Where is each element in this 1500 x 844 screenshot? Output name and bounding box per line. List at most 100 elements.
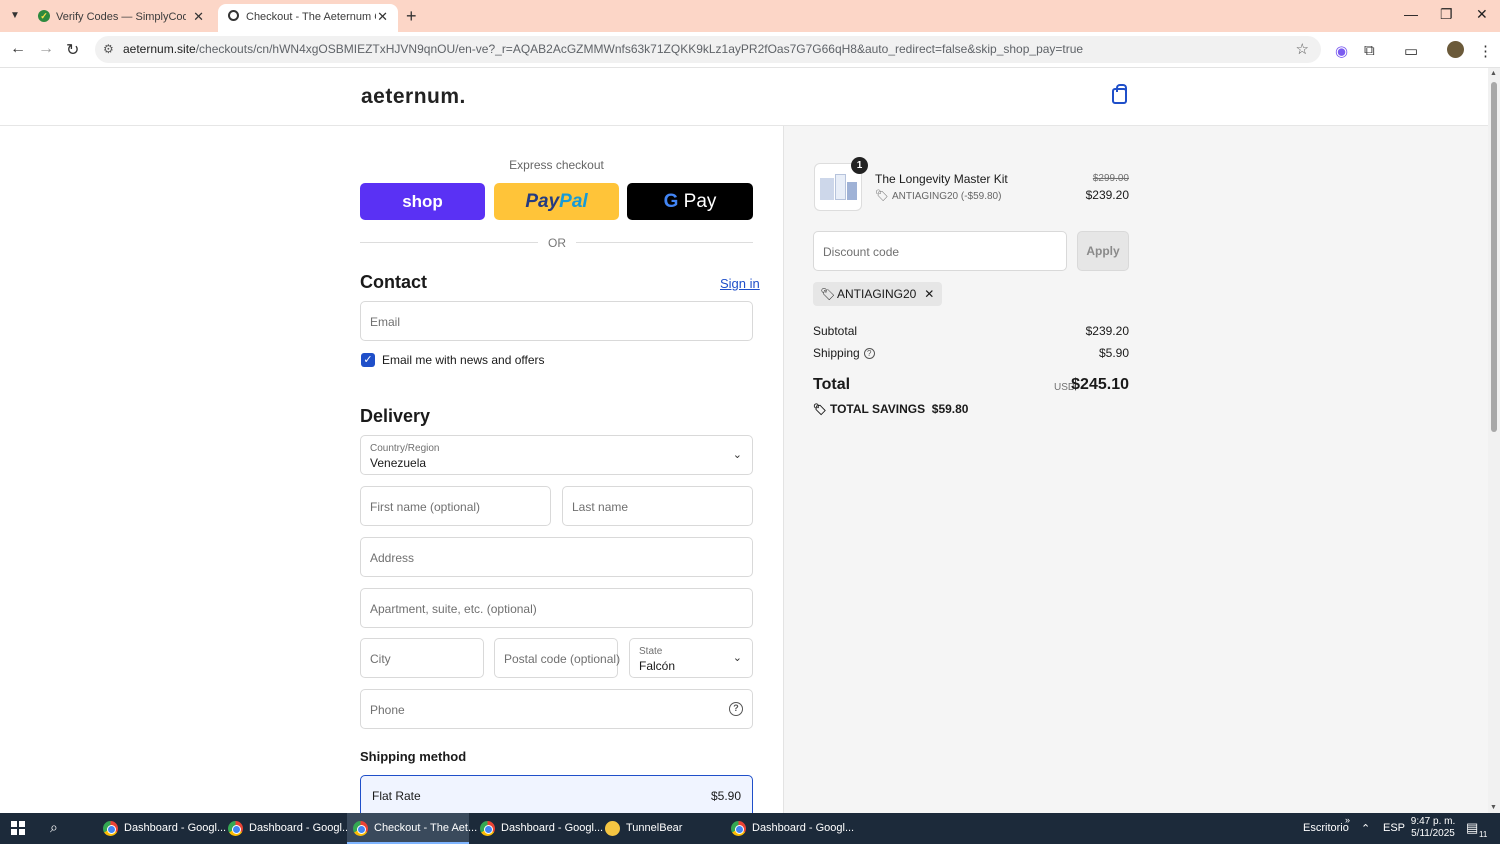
sign-in-link[interactable]: Sign in <box>720 276 760 291</box>
browser-toolbar: ← → ↻ ⚙ aeternum.site/checkouts/cn/hWN4x… <box>0 32 1500 68</box>
tray-chevron-up-icon[interactable]: ⌃ <box>1361 822 1370 835</box>
checkout-page: aeternum. Express checkout shop PayPal G… <box>0 68 1488 813</box>
applied-discount-code: ANTIAGING20 <box>837 287 917 301</box>
scroll-down-icon[interactable]: ▼ <box>1490 804 1497 811</box>
apartment-field[interactable]: Apartment, suite, etc. (optional) <box>360 588 753 628</box>
quantity-badge: 1 <box>851 157 868 174</box>
shipping-value: $5.90 <box>1098 346 1129 360</box>
first-name-field[interactable]: First name (optional) <box>360 486 551 526</box>
extension-icon[interactable]: ◉ <box>1335 42 1348 60</box>
extensions-puzzle-icon[interactable]: ⧉ <box>1364 42 1375 59</box>
taskbar-app-label: Dashboard - Googl... <box>752 822 855 834</box>
address-field[interactable]: Address <box>360 537 753 577</box>
total-savings: 🏷 TOTAL SAVINGS $59.80 <box>813 402 968 416</box>
language-indicator[interactable]: ESP <box>1383 822 1405 834</box>
restore-icon[interactable]: ❐ <box>1440 6 1453 23</box>
menu-dots-icon[interactable]: ⋮ <box>1478 42 1493 60</box>
apply-button[interactable]: Apply <box>1077 231 1129 271</box>
divider <box>360 242 538 243</box>
taskbar-app-label: Checkout - The Aet... <box>374 822 478 834</box>
shipping-method-heading: Shipping method <box>360 749 467 764</box>
taskbar-search-icon[interactable]: ⌕ <box>50 819 58 836</box>
tab-search-icon[interactable]: ▼ <box>6 7 24 25</box>
paypal-button[interactable]: PayPal <box>494 183 619 220</box>
last-name-field[interactable]: Last name <box>562 486 753 526</box>
newsletter-checkbox[interactable]: ✓ <box>361 353 375 367</box>
last-name-placeholder: Last name <box>572 500 629 514</box>
divider <box>576 242 753 243</box>
shipping-option-price: $5.90 <box>710 789 741 803</box>
taskbar-app-chrome[interactable]: Dashboard - Googl... <box>222 813 351 844</box>
tunnelbear-icon <box>605 821 620 836</box>
postal-code-placeholder: Postal code (optional) <box>504 652 621 666</box>
reading-mode-icon[interactable]: ▭ <box>1404 42 1418 60</box>
product-name: The Longevity Master Kit <box>875 172 1008 186</box>
taskbar-app-chrome-active[interactable]: Checkout - The Aet... <box>347 813 477 844</box>
country-label: Country/Region <box>370 443 440 454</box>
shipping-option-flat-rate[interactable]: Flat Rate $5.90 <box>360 775 753 813</box>
windows-start-icon[interactable] <box>11 821 25 835</box>
email-field[interactable]: Email <box>360 301 753 341</box>
state-select[interactable]: State Falcón ⌄ <box>629 638 753 678</box>
back-icon[interactable]: ← <box>10 40 26 58</box>
or-separator: OR <box>548 236 566 250</box>
desktop-label[interactable]: Escritorio <box>1303 822 1349 834</box>
discount-code-field[interactable]: Discount code <box>813 231 1067 271</box>
scrollbar-thumb[interactable] <box>1491 82 1497 432</box>
shipping-label-group: Shipping? <box>813 346 875 360</box>
scroll-up-icon[interactable]: ▲ <box>1490 70 1497 77</box>
help-icon[interactable]: ? <box>863 348 875 360</box>
chrome-icon <box>228 821 243 836</box>
store-header: aeternum. <box>0 68 1488 126</box>
bookmark-star-icon[interactable]: ☆ <box>1296 40 1309 58</box>
tab-checkout[interactable]: Checkout - The Aeternum Com ✕ <box>218 4 398 32</box>
taskbar-app-label: Dashboard - Googl... <box>124 822 227 834</box>
delivery-heading: Delivery <box>360 406 431 426</box>
address-placeholder: Address <box>370 551 415 565</box>
taskbar-app-chrome[interactable]: Dashboard - Googl... <box>474 813 603 844</box>
applied-discount-chip: 🏷 ANTIAGING20 ✕ <box>813 282 943 306</box>
tab-label: Checkout - The Aeternum Com <box>246 11 376 23</box>
subtotal-value: $239.20 <box>1085 324 1129 338</box>
cart-bag-icon[interactable] <box>1112 84 1127 104</box>
country-select[interactable]: Country/Region Venezuela ⌄ <box>360 435 753 475</box>
tag-icon: 🏷 <box>820 287 836 301</box>
tab-simplycodes[interactable]: ✓ Verify Codes — SimplyCodes ✕ <box>28 4 214 32</box>
help-icon[interactable]: ? <box>729 702 743 716</box>
remove-discount-icon[interactable]: ✕ <box>924 282 934 306</box>
profile-avatar[interactable] <box>1447 41 1464 58</box>
taskbar-app-chrome[interactable]: Dashboard - Googl... <box>725 813 854 844</box>
chrome-icon <box>353 821 368 836</box>
minimize-icon[interactable]: — <box>1404 6 1418 22</box>
subtotal-label: Subtotal <box>813 324 858 338</box>
page-scrollbar[interactable]: ▲ ▼ <box>1488 68 1500 813</box>
taskbar-app-chrome[interactable]: Dashboard - Googl... <box>97 813 226 844</box>
newsletter-label: Email me with news and offers <box>382 353 545 367</box>
clock[interactable]: 9:47 p. m. 5/11/2025 <box>1408 816 1458 840</box>
shop-pay-button[interactable]: shop <box>360 183 485 220</box>
product-discount-text: ANTIAGING20 (-$59.80) <box>891 191 1002 202</box>
tag-icon: 🏷 <box>813 404 827 416</box>
simplycodes-favicon-icon: ✓ <box>38 10 50 22</box>
google-pay-button[interactable]: G Pay <box>627 183 753 220</box>
tab-close-icon[interactable]: ✕ <box>377 9 388 25</box>
tab-close-icon[interactable]: ✕ <box>193 9 204 25</box>
chevron-right-icon[interactable]: » <box>1345 815 1350 825</box>
shipping-label: Shipping <box>813 346 860 360</box>
postal-code-field[interactable]: Postal code (optional) <box>494 638 621 678</box>
city-field[interactable]: City <box>360 638 484 678</box>
notifications-icon[interactable]: ▤ <box>1466 820 1478 836</box>
address-bar[interactable]: ⚙ aeternum.site/checkouts/cn/hWN4xgOSBMI… <box>95 36 1321 63</box>
chevron-down-icon: ⌄ <box>732 449 742 461</box>
taskbar-app-tunnelbear[interactable]: TunnelBear <box>599 813 717 844</box>
reload-icon[interactable]: ↻ <box>66 40 79 60</box>
store-logo[interactable]: aeternum. <box>361 85 466 109</box>
new-tab-icon[interactable]: + <box>406 6 417 27</box>
phone-field[interactable]: Phone ? <box>360 689 753 729</box>
forward-icon[interactable]: → <box>38 40 54 58</box>
order-summary-panel <box>783 126 1488 813</box>
close-window-icon[interactable]: ✕ <box>1476 6 1488 23</box>
state-value: Falcón <box>639 659 676 673</box>
site-info-icon[interactable]: ⚙ <box>103 42 114 56</box>
google-g-icon: G <box>663 191 679 212</box>
